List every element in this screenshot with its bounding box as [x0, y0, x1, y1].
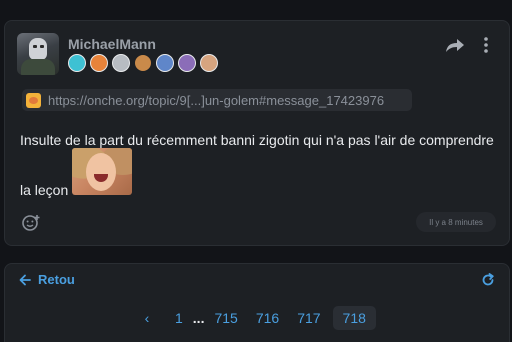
link-url: https://onche.org/topic/9[...]un-golem#m…	[48, 92, 385, 108]
more-options-icon[interactable]	[479, 36, 493, 54]
timestamp-badge: Il y a 8 minutes	[416, 212, 496, 232]
page-link-715[interactable]: 715	[208, 306, 243, 330]
post-card: MichaelMann https://onche.org/topic/9[..…	[4, 20, 510, 246]
username[interactable]: MichaelMann	[68, 36, 156, 52]
message-text-line1: Insulte de la part du récemment banni zi…	[20, 132, 494, 148]
badge-purple-icon	[178, 54, 196, 72]
page-link-1[interactable]: 1	[169, 306, 189, 330]
arrow-left-icon	[19, 274, 31, 285]
badge-orange-icon	[90, 54, 108, 72]
badges-row	[68, 54, 218, 72]
message-link[interactable]: https://onche.org/topic/9[...]un-golem#m…	[22, 89, 412, 111]
page-link-718-current[interactable]: 718	[332, 306, 376, 330]
onche-favicon-icon	[26, 92, 41, 108]
share-icon[interactable]	[445, 36, 465, 54]
sticker-image	[72, 148, 132, 195]
pagination-card: Retou ‹ 1 ... 715 716 717 718	[4, 263, 510, 342]
pagination: ‹ 1 ... 715 716 717 718	[135, 306, 376, 330]
badge-character-icon	[134, 54, 152, 72]
badge-blue-icon	[156, 54, 174, 72]
page-link-716[interactable]: 716	[250, 306, 285, 330]
page-ellipsis: ...	[192, 310, 205, 326]
add-reaction-icon[interactable]	[21, 213, 41, 233]
back-button[interactable]: Retou	[19, 272, 75, 287]
message-text-line2: la leçon	[20, 182, 69, 198]
badge-face-icon	[200, 54, 218, 72]
page-link-717[interactable]: 717	[291, 306, 326, 330]
previous-page-button[interactable]: ‹	[135, 306, 159, 330]
badge-cyan-icon	[68, 54, 86, 72]
back-button-label: Retou	[38, 272, 75, 287]
refresh-icon[interactable]	[481, 273, 495, 287]
badge-grey-icon	[112, 54, 130, 72]
avatar[interactable]	[17, 33, 59, 75]
